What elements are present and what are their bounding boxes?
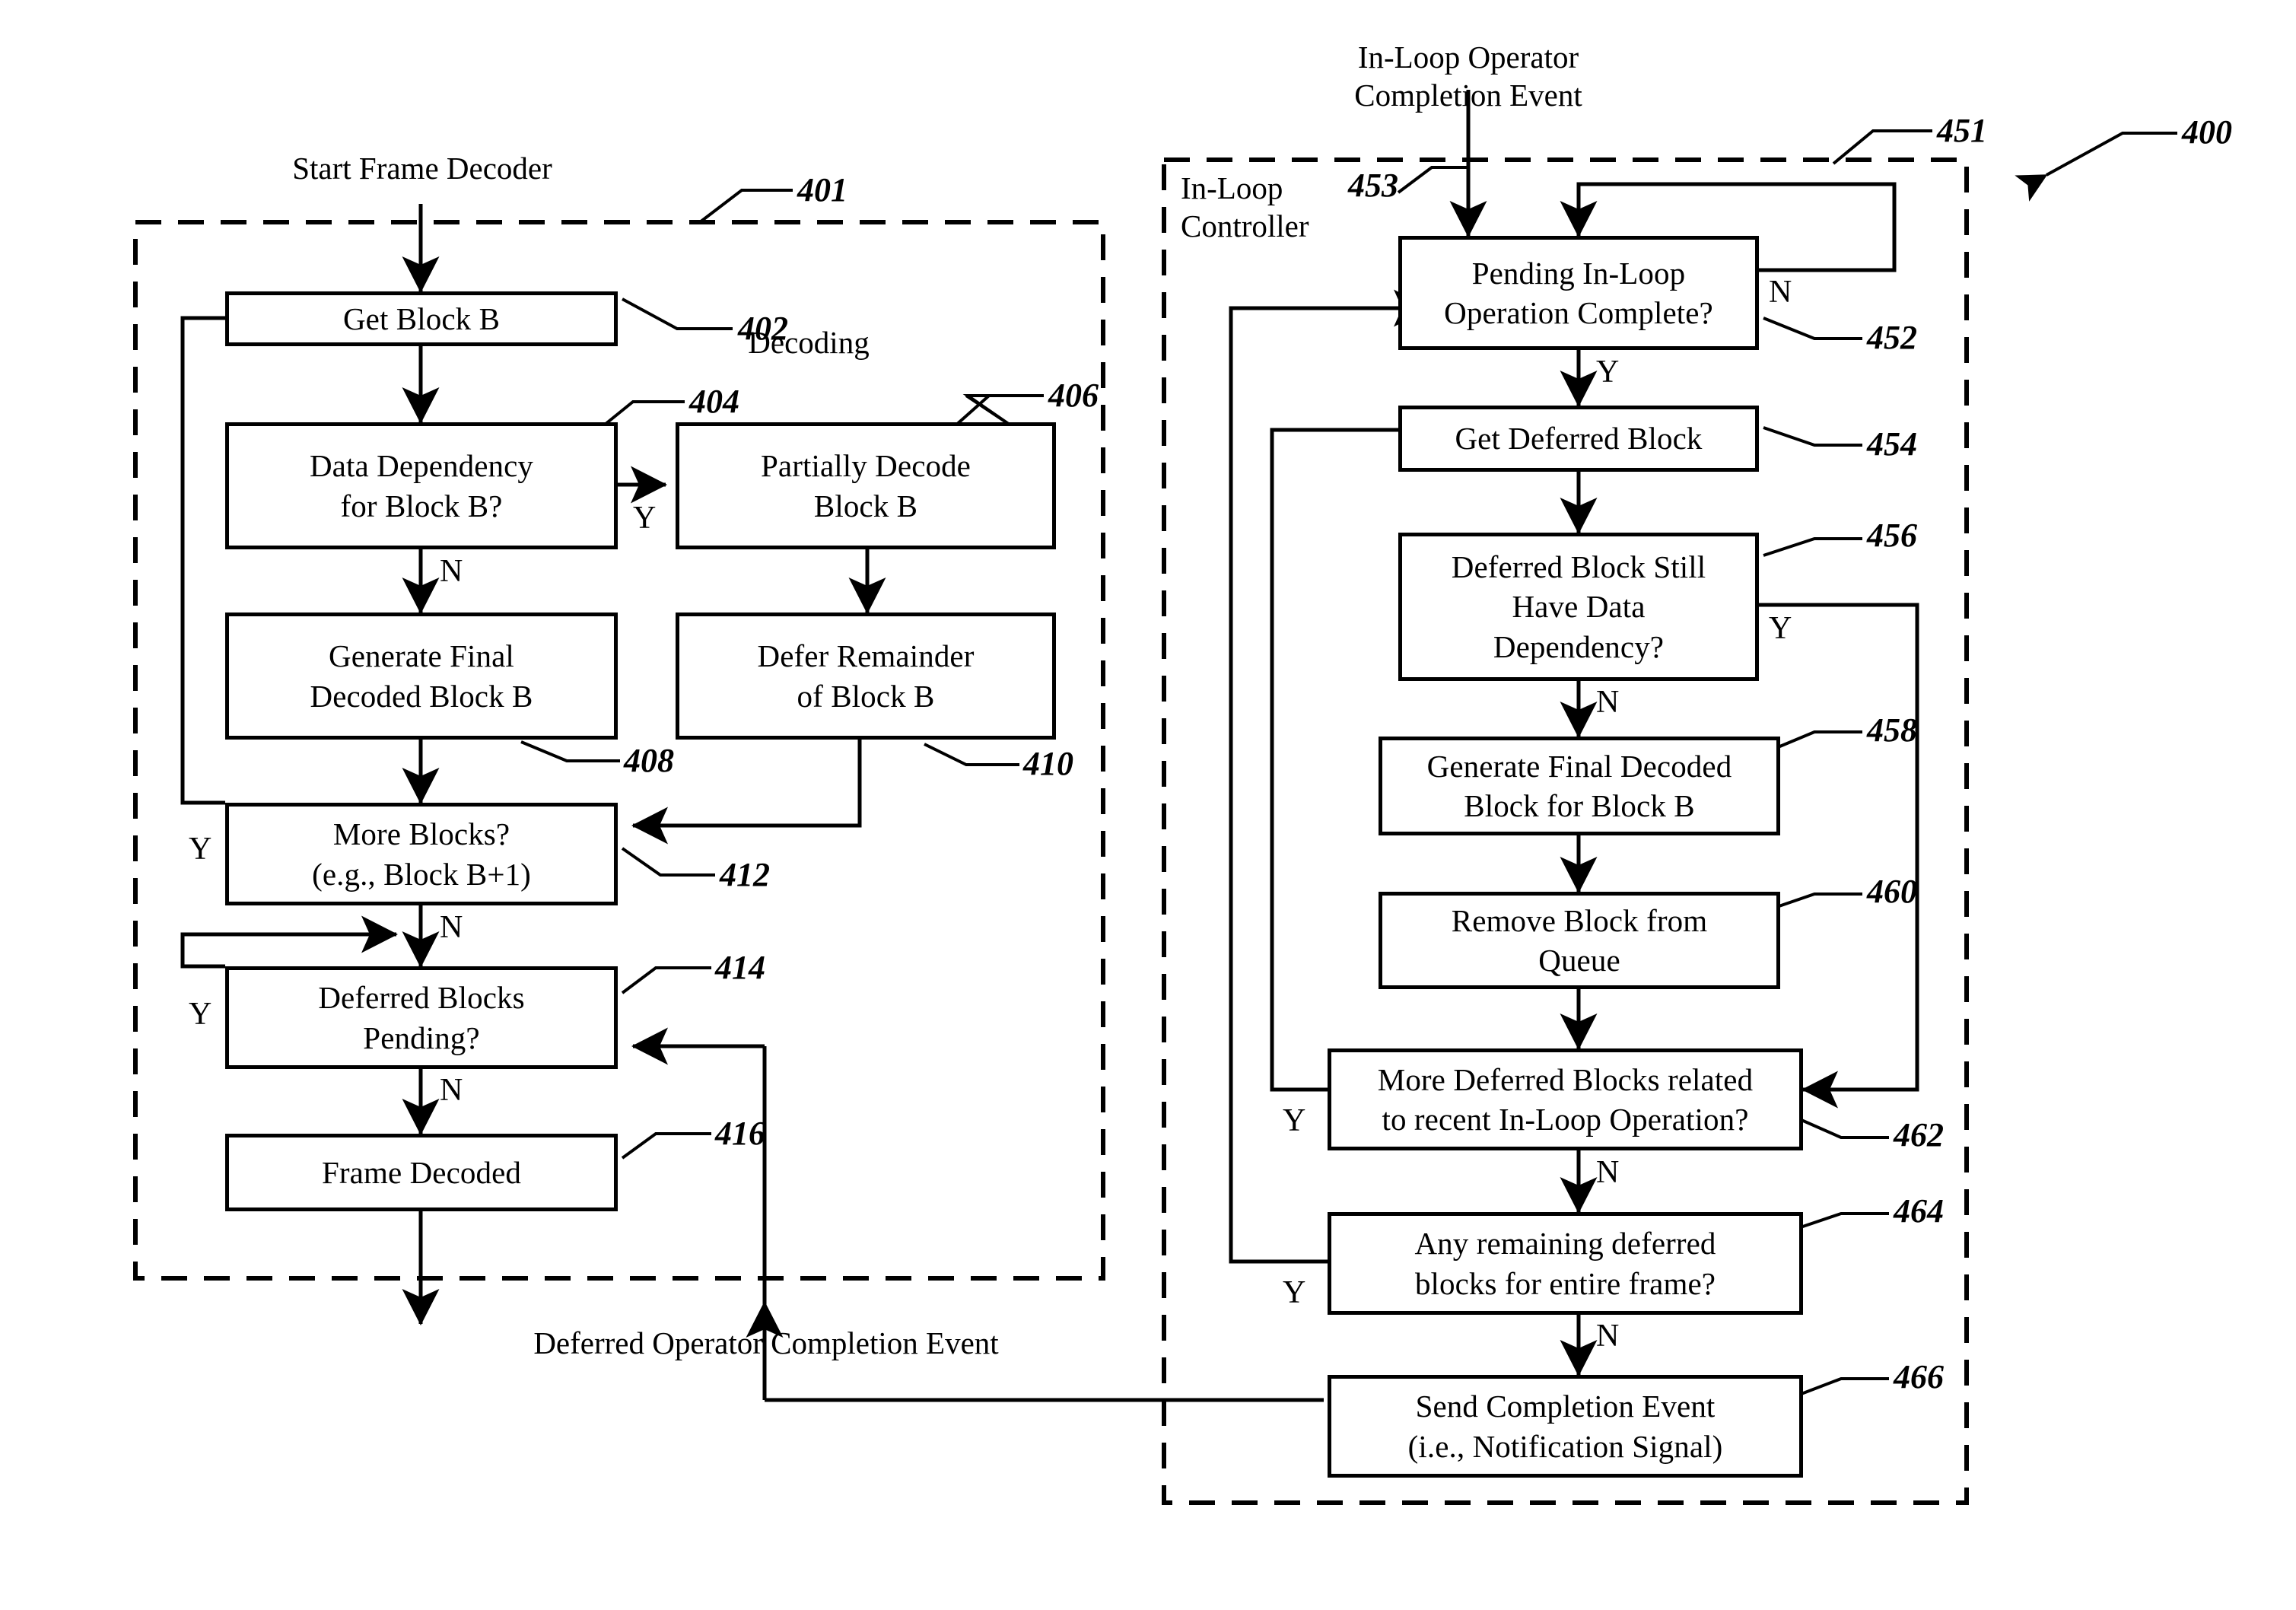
- flow-box-406-label: Partially Decode Block B: [761, 448, 971, 523]
- branch-label-462-no: N: [1596, 1155, 1620, 1190]
- ref-number-451: 451: [1937, 112, 1987, 149]
- inloop-controller-label: In-Loop Controller: [1181, 170, 1309, 244]
- branch-label-404-no: N: [440, 554, 463, 589]
- flow-box-404-label: Data Dependency for Block B?: [309, 448, 534, 523]
- flow-box-460[interactable]: Remove Block from Queue: [1379, 892, 1780, 989]
- ref-number-462: 462: [1894, 1116, 1944, 1153]
- ref-number-408: 408: [624, 742, 674, 779]
- branch-label-464-yes: Y: [1283, 1275, 1306, 1310]
- ref-number-453: 453: [1348, 167, 1398, 204]
- flow-box-458-label: Generate Final Decoded Block for Block B: [1426, 748, 1732, 823]
- flow-box-402[interactable]: Get Block B: [225, 291, 618, 346]
- flow-box-462-label: More Deferred Blocks related to recent In…: [1377, 1061, 1754, 1137]
- branch-label-404-yes: Y: [633, 501, 657, 536]
- flow-box-466-label: Send Completion Event (i.e., Notification…: [1407, 1389, 1723, 1464]
- branch-label-412-yes: Y: [189, 832, 212, 867]
- ref-number-458: 458: [1867, 711, 1917, 749]
- flow-box-414-label: Deferred Blocks Pending?: [318, 980, 525, 1055]
- flow-box-456-label: Deferred Block Still Have Data Dependency?: [1451, 549, 1706, 664]
- branch-label-452-yes: Y: [1596, 355, 1620, 390]
- deferred-operator-completion-event-label: Deferred Operator Completion Event: [533, 1325, 999, 1360]
- ref-number-464: 464: [1894, 1192, 1944, 1230]
- flow-box-412-label: More Blocks? (e.g., Block B+1): [312, 816, 531, 892]
- flow-box-416[interactable]: Frame Decoded: [225, 1134, 618, 1211]
- flow-box-456[interactable]: Deferred Block Still Have Data Dependency?: [1398, 533, 1759, 681]
- ref-number-452: 452: [1867, 319, 1917, 356]
- flow-box-416-label: Frame Decoded: [322, 1154, 521, 1190]
- flow-box-458[interactable]: Generate Final Decoded Block for Block B: [1379, 737, 1780, 835]
- ref-number-402: 402: [738, 310, 788, 347]
- flow-box-464[interactable]: Any remaining deferred blocks for entire …: [1328, 1212, 1803, 1315]
- flow-box-410-label: Defer Remainder of Block B: [757, 638, 975, 714]
- branch-label-452-no: N: [1769, 275, 1792, 310]
- flow-box-452[interactable]: Pending In-Loop Operation Complete?: [1398, 236, 1759, 350]
- flow-box-454[interactable]: Get Deferred Block: [1398, 406, 1759, 472]
- ref-number-410: 410: [1023, 745, 1073, 782]
- ref-number-456: 456: [1867, 517, 1917, 554]
- ref-number-406: 406: [1048, 377, 1099, 414]
- flow-box-404[interactable]: Data Dependency for Block B?: [225, 422, 618, 549]
- ref-number-412: 412: [720, 856, 770, 893]
- branch-label-456-no: N: [1596, 685, 1620, 720]
- flow-box-406[interactable]: Partially Decode Block B: [676, 422, 1056, 549]
- patent-figure-400: Get Block B Data Dependency for Block B? …: [0, 0, 2296, 1610]
- flow-box-410[interactable]: Defer Remainder of Block B: [676, 612, 1056, 740]
- flow-box-464-label: Any remaining deferred blocks for entire …: [1414, 1226, 1716, 1301]
- ref-number-460: 460: [1867, 873, 1917, 910]
- flow-box-460-label: Remove Block from Queue: [1451, 902, 1708, 978]
- flow-box-454-label: Get Deferred Block: [1455, 421, 1703, 457]
- ref-number-414: 414: [715, 949, 765, 986]
- branch-label-464-no: N: [1596, 1319, 1620, 1354]
- ref-number-401: 401: [797, 171, 847, 208]
- flow-box-462[interactable]: More Deferred Blocks related to recent In…: [1328, 1048, 1803, 1150]
- branch-label-414-no: N: [440, 1073, 463, 1108]
- flow-box-412[interactable]: More Blocks? (e.g., Block B+1): [225, 803, 618, 905]
- flow-box-414[interactable]: Deferred Blocks Pending?: [225, 966, 618, 1069]
- inloop-operator-completion-event-label: In-Loop Operator Completion Event: [1354, 40, 1582, 113]
- ref-number-454: 454: [1867, 425, 1917, 463]
- branch-label-414-yes: Y: [189, 997, 212, 1032]
- ref-number-404: 404: [689, 383, 739, 420]
- start-frame-decoder-label: Start Frame Decoder: [292, 151, 552, 186]
- branch-label-456-yes: Y: [1769, 611, 1792, 646]
- flow-box-452-label: Pending In-Loop Operation Complete?: [1444, 255, 1713, 330]
- flow-box-408-label: Generate Final Decoded Block B: [310, 638, 533, 714]
- flow-box-408[interactable]: Generate Final Decoded Block B: [225, 612, 618, 740]
- flow-box-466[interactable]: Send Completion Event (i.e., Notification…: [1328, 1375, 1803, 1478]
- ref-number-416: 416: [715, 1115, 765, 1152]
- branch-label-462-yes: Y: [1283, 1103, 1306, 1138]
- branch-label-412-no: N: [440, 910, 463, 945]
- ref-number-466: 466: [1894, 1358, 1944, 1395]
- ref-number-400: 400: [2182, 113, 2232, 151]
- flow-box-402-label: Get Block B: [342, 301, 501, 336]
